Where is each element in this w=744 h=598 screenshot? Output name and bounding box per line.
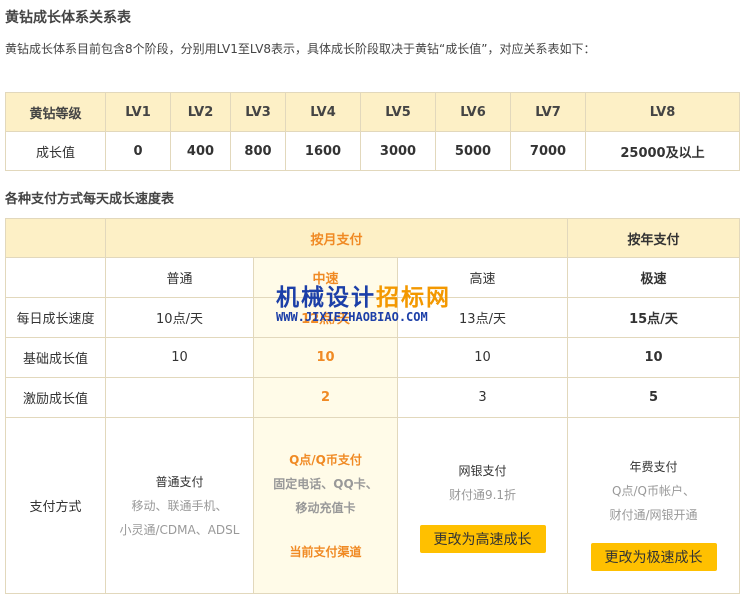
payment-extreme-line1: Q点/Q币帐户、 bbox=[612, 483, 695, 498]
speed-table-title: 各种支付方式每天成长速度表 bbox=[5, 192, 175, 207]
page-title: 黄钻成长体系关系表 bbox=[5, 10, 131, 26]
level-header-cell: LV7 bbox=[510, 92, 586, 132]
payment-normal-line1: 移动、联通手机、 bbox=[131, 498, 228, 513]
level-value-cell: 5000 bbox=[435, 131, 511, 171]
row-label: 激励成长值 bbox=[5, 377, 106, 418]
payment-medium-cell: Q点/Q币支付 固定电话、QQ卡、 移动充值卡 当前支付渠道 bbox=[253, 417, 398, 594]
level-header-cell: LV4 bbox=[285, 92, 361, 132]
speed-cell: 13点/天 bbox=[397, 297, 568, 338]
level-header-cell: LV6 bbox=[435, 92, 511, 132]
payment-extreme-title: 年费支付 bbox=[629, 459, 678, 474]
payment-normal-title: 普通支付 bbox=[155, 474, 204, 489]
change-to-extreme-button[interactable]: 更改为极速成长 bbox=[590, 542, 717, 571]
change-to-fast-button[interactable]: 更改为高速成长 bbox=[419, 524, 546, 553]
level-value-cell: 25000及以上 bbox=[585, 131, 740, 171]
payment-extreme-cell: 年费支付 Q点/Q币帐户、 财付通/网银开通 更改为极速成长 bbox=[567, 417, 740, 594]
base-cell: 10 bbox=[397, 337, 568, 378]
payment-fast-title: 网银支付 bbox=[458, 463, 507, 478]
speed-cell: 10点/天 bbox=[105, 297, 254, 338]
level-header-cell: LV1 bbox=[105, 92, 171, 132]
tier-extreme: 极速 bbox=[567, 257, 740, 298]
payment-normal-cell: 普通支付 移动、联通手机、 小灵通/CDMA、ADSL bbox=[105, 417, 254, 594]
level-header-cell: LV8 bbox=[585, 92, 740, 132]
payment-row: 支付方式 普通支付 移动、联通手机、 小灵通/CDMA、ADSL Q点/Q币支付… bbox=[5, 417, 740, 594]
level-value-cell: 800 bbox=[230, 131, 286, 171]
table-row: 激励成长值 2 3 5 bbox=[5, 377, 740, 418]
corner-cell bbox=[5, 218, 106, 258]
tier-fast: 高速 bbox=[397, 257, 568, 298]
base-cell: 10 bbox=[253, 337, 398, 378]
level-header-label: 黄钻等级 bbox=[5, 92, 106, 132]
level-value-row: 成长值 0 400 800 1600 3000 5000 7000 25000及… bbox=[5, 131, 740, 171]
payment-medium-line2: 移动充值卡 bbox=[295, 500, 356, 515]
row-label: 基础成长值 bbox=[5, 337, 106, 378]
intro-text: 黄钻成长体系目前包含8个阶段，分别用LV1至LV8表示，具体成长阶段取决于黄钻“… bbox=[5, 42, 596, 56]
level-value-cell: 3000 bbox=[360, 131, 436, 171]
payment-normal-line2: 小灵通/CDMA、ADSL bbox=[119, 522, 240, 537]
level-table: 黄钻等级 LV1 LV2 LV3 LV4 LV5 LV6 LV7 LV8 成长值… bbox=[5, 92, 740, 171]
level-header-cell: LV3 bbox=[230, 92, 286, 132]
bonus-cell bbox=[105, 377, 254, 418]
level-header-cell: LV5 bbox=[360, 92, 436, 132]
speed-cell: 12点/天 bbox=[253, 297, 398, 338]
tier-normal: 普通 bbox=[105, 257, 254, 298]
level-value-cell: 0 bbox=[105, 131, 171, 171]
row-label: 每日成长速度 bbox=[5, 297, 106, 338]
payment-medium-title: Q点/Q币支付 bbox=[289, 452, 362, 467]
bonus-cell: 3 bbox=[397, 377, 568, 418]
level-value-cell: 400 bbox=[170, 131, 231, 171]
level-value-cell: 1600 bbox=[285, 131, 361, 171]
payment-fast-line1: 财付通9.1折 bbox=[448, 487, 517, 502]
level-value-cell: 7000 bbox=[510, 131, 586, 171]
payment-medium-line1: 固定电话、QQ卡、 bbox=[273, 476, 378, 491]
base-cell: 10 bbox=[105, 337, 254, 378]
tier-row: 普通 中速 高速 极速 bbox=[5, 257, 740, 298]
bonus-cell: 5 bbox=[567, 377, 740, 418]
payment-period-row: 按月支付 按年支付 bbox=[5, 218, 740, 258]
table-row: 基础成长值 10 10 10 10 bbox=[5, 337, 740, 378]
payment-fast-cell: 网银支付 财付通9.1折 更改为高速成长 bbox=[397, 417, 568, 594]
speed-cell: 15点/天 bbox=[567, 297, 740, 338]
current-channel-label: 当前支付渠道 bbox=[289, 544, 362, 559]
payment-extreme-line2: 财付通/网银开通 bbox=[609, 507, 698, 522]
level-header-cell: LV2 bbox=[170, 92, 231, 132]
row-label: 支付方式 bbox=[5, 417, 106, 594]
tier-corner bbox=[5, 257, 106, 298]
table-row: 每日成长速度 10点/天 12点/天 13点/天 15点/天 bbox=[5, 297, 740, 338]
base-cell: 10 bbox=[567, 337, 740, 378]
bonus-cell: 2 bbox=[253, 377, 398, 418]
tier-medium: 中速 bbox=[253, 257, 398, 298]
level-header-row: 黄钻等级 LV1 LV2 LV3 LV4 LV5 LV6 LV7 LV8 bbox=[5, 92, 740, 132]
monthly-header: 按月支付 bbox=[105, 218, 568, 258]
speed-table: 按月支付 按年支付 普通 中速 高速 极速 每日成长速度 10点/天 12点/天… bbox=[5, 218, 740, 594]
level-value-label: 成长值 bbox=[5, 131, 106, 171]
yearly-header: 按年支付 bbox=[567, 218, 740, 258]
